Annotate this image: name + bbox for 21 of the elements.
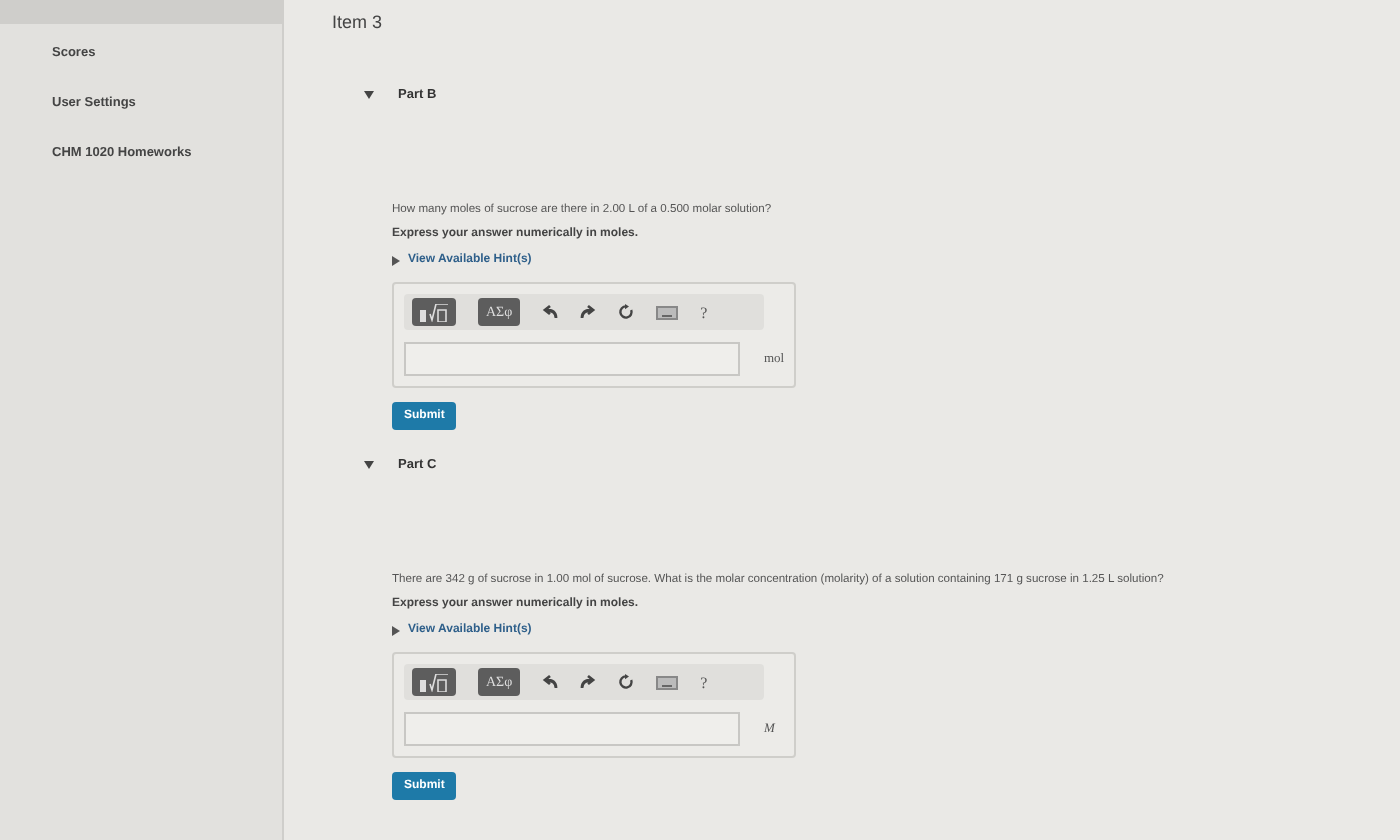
keyboard-icon[interactable] — [656, 305, 679, 319]
undo-icon[interactable] — [542, 674, 559, 690]
triangle-icon — [392, 625, 400, 635]
template-icon — [420, 673, 448, 691]
templates-button[interactable] — [412, 668, 456, 696]
redo-icon[interactable] — [580, 674, 597, 690]
answer-field[interactable] — [404, 712, 740, 746]
caret-icon[interactable] — [364, 459, 374, 469]
redo-icon[interactable] — [580, 304, 597, 320]
answer-field[interactable] — [404, 342, 740, 376]
templates-button[interactable] — [412, 298, 456, 326]
undo-icon[interactable] — [542, 304, 559, 320]
triangle-icon — [392, 255, 400, 265]
template-icon — [420, 303, 448, 321]
help-button[interactable]: ? — [700, 303, 708, 321]
caret-icon[interactable] — [364, 89, 374, 99]
reset-icon[interactable] — [618, 674, 635, 690]
reset-icon[interactable] — [618, 304, 635, 320]
item-title: Item 3 — [332, 12, 383, 32]
help-button[interactable]: ? — [700, 673, 708, 691]
keyboard-icon[interactable] — [656, 675, 679, 689]
